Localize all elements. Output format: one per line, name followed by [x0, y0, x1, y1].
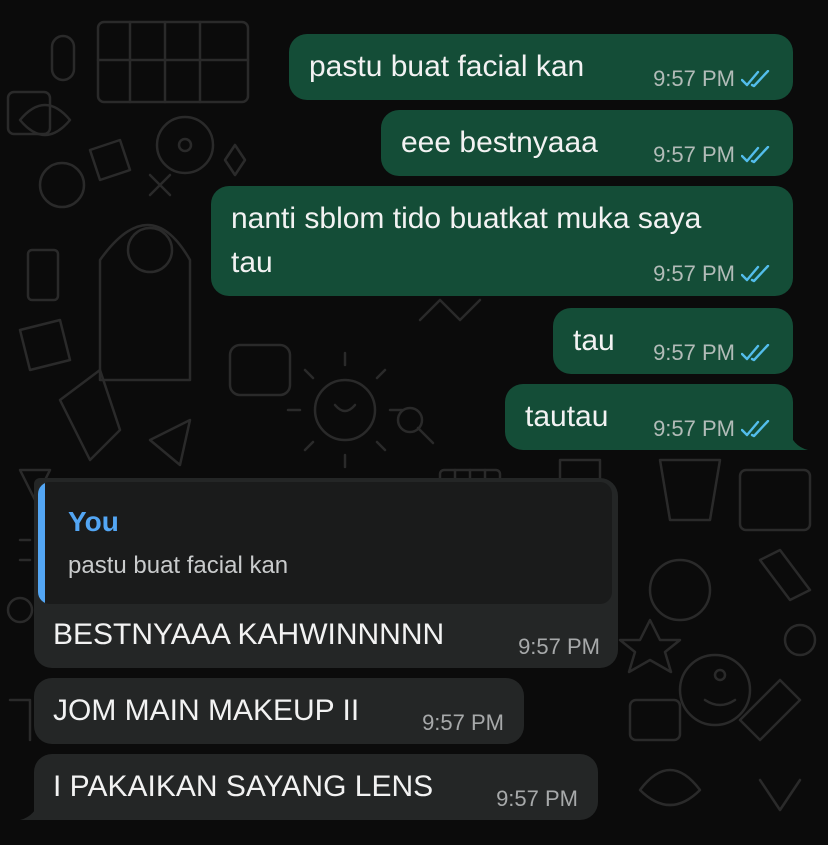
quote-accent-bar [38, 482, 45, 604]
message-meta: 9:57 PM [653, 66, 771, 92]
message-text: JOM MAIN MAKEUP II [53, 694, 360, 727]
message-text-line-2: tau [231, 246, 273, 279]
outgoing-message[interactable]: tautau 9:57 PM [505, 384, 793, 450]
outgoing-message[interactable]: nanti sblom tido buatkat muka saya tau 9… [211, 186, 793, 296]
reply-quote[interactable]: You pastu buat facial kan [38, 482, 612, 604]
message-meta: 9:57 PM [653, 416, 771, 442]
quote-text: pastu buat facial kan [68, 552, 289, 579]
incoming-message[interactable]: I PAKAIKAN SAYANG LENS 9:57 PM [34, 754, 598, 820]
incoming-message[interactable]: JOM MAIN MAKEUP II 9:57 PM [34, 678, 524, 744]
message-text-line-1: nanti sblom tido buatkat muka saya [231, 202, 702, 235]
incoming-message[interactable]: You pastu buat facial kan BESTNYAAA KAHW… [34, 478, 618, 668]
message-meta: 9:57 PM [653, 142, 771, 168]
message-time: 9:57 PM [422, 710, 504, 735]
message-text: eee bestnyaaa [401, 126, 598, 159]
double-check-icon [741, 420, 770, 438]
outgoing-message[interactable]: eee bestnyaaa 9:57 PM [381, 110, 793, 176]
outgoing-message[interactable]: pastu buat facial kan 9:57 PM [289, 34, 793, 100]
message-text: tautau [525, 400, 609, 433]
message-text: BESTNYAAA KAHWINNNNN [53, 618, 445, 651]
quote-author: You [68, 506, 119, 537]
message-time: 9:57 PM [518, 634, 600, 659]
bubble-tail [20, 798, 40, 820]
outgoing-message[interactable]: tau 9:57 PM [553, 308, 793, 374]
double-check-icon [741, 146, 770, 164]
message-text: tau [573, 324, 615, 357]
message-text: pastu buat facial kan [309, 50, 585, 83]
message-time: 9:57 PM [653, 66, 735, 91]
message-time: 9:57 PM [653, 261, 735, 286]
double-check-icon [741, 265, 770, 283]
message-time: 9:57 PM [496, 786, 578, 811]
message-time: 9:57 PM [653, 416, 735, 441]
double-check-icon [741, 70, 770, 88]
message-text: I PAKAIKAN SAYANG LENS [53, 770, 434, 803]
double-check-icon [741, 344, 770, 362]
message-time: 9:57 PM [653, 340, 735, 365]
message-meta: 9:57 PM [653, 261, 771, 287]
message-time: 9:57 PM [653, 142, 735, 167]
message-meta: 9:57 PM [653, 340, 771, 366]
bubble-tail [788, 428, 808, 450]
